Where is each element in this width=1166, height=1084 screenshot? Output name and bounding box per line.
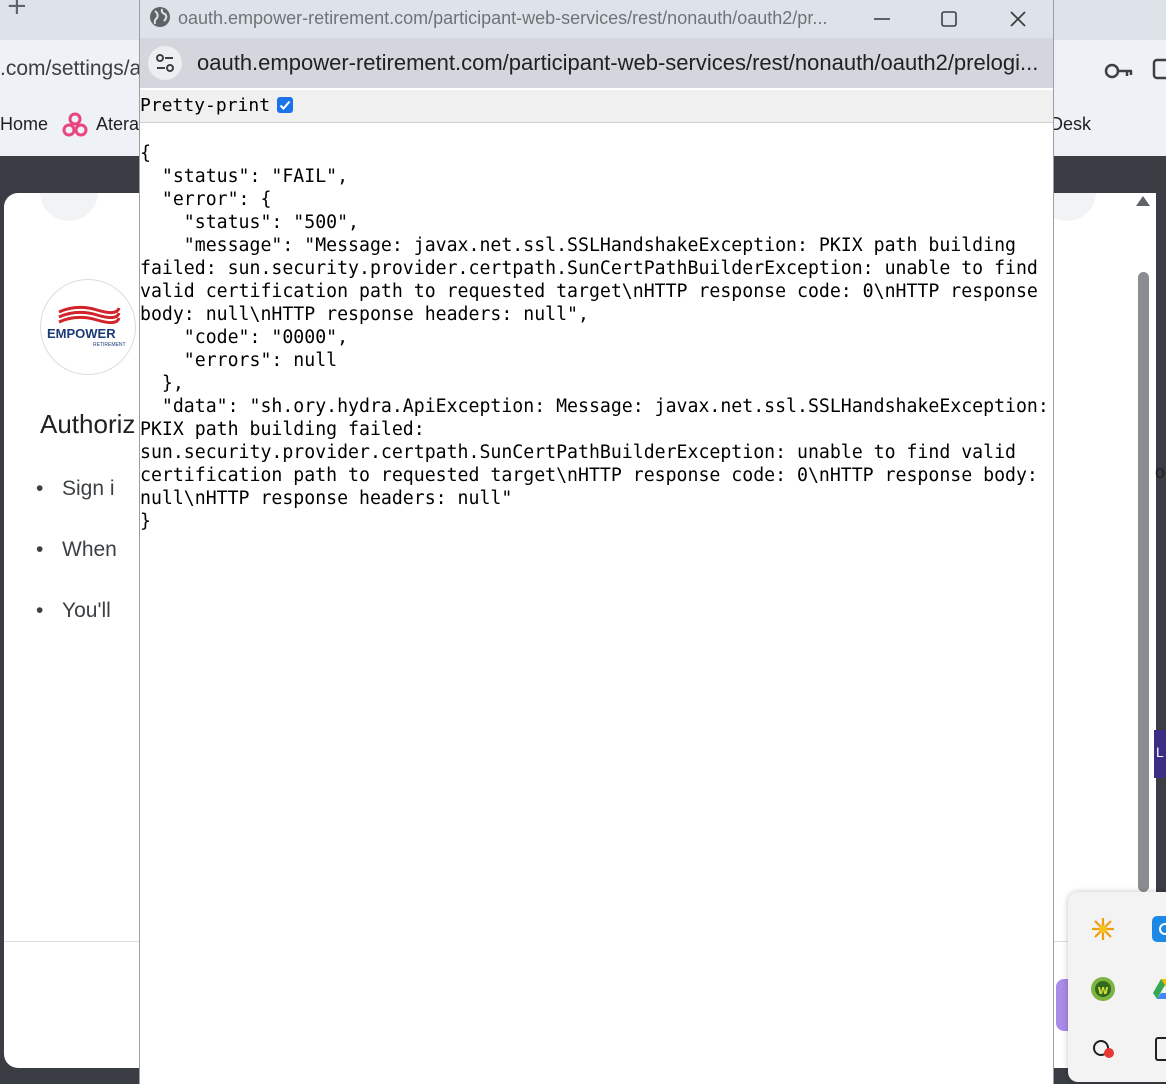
json-line: PKIX path building failed:	[140, 419, 425, 440]
json-line: certification path to requested target\n…	[140, 465, 1038, 486]
pretty-print-bar: Pretty-print	[140, 90, 1053, 123]
site-settings-button[interactable]	[148, 46, 182, 80]
network-app-icon[interactable]	[1152, 916, 1166, 942]
logo-subtext: RETIREMENT	[93, 342, 126, 348]
json-line: "status": "500",	[140, 212, 359, 233]
popup-url-text[interactable]: oauth.empower-retirement.com/participant…	[197, 50, 1038, 76]
minimize-icon[interactable]	[868, 5, 896, 33]
popup-title-bar: oauth.empower-retirement.com/participant…	[140, 0, 1053, 38]
password-key-icon[interactable]	[1104, 60, 1134, 82]
pretty-print-label: Pretty-print	[140, 95, 271, 116]
popup-address-bar: oauth.empower-retirement.com/participant…	[140, 38, 1053, 88]
extension-icon[interactable]	[1152, 58, 1166, 82]
atera-logo-icon	[62, 112, 88, 137]
background-url-text[interactable]: .com/settings/a	[0, 57, 141, 81]
dialog-heading: Authoriz	[40, 409, 136, 439]
json-response-body: { "status": "FAIL", "error": { "status":…	[140, 142, 1050, 533]
scrollbar-thumb[interactable]	[1138, 272, 1149, 892]
svg-text:w: w	[1097, 983, 1108, 997]
json-line: failed: sun.security.provider.certpath.S…	[140, 258, 1038, 279]
bookmark-desk[interactable]: Desk	[1050, 114, 1091, 135]
json-line: "message": "Message: javax.net.ssl.SSLHa…	[140, 235, 1016, 256]
tune-icon	[156, 54, 174, 72]
flag-stripes-icon	[58, 305, 121, 325]
json-line: null\nHTTP response headers: null"	[140, 488, 513, 509]
w-app-icon[interactable]: w	[1090, 976, 1116, 1002]
globe-icon	[150, 7, 170, 27]
new-tab-button[interactable]: +	[6, 0, 28, 21]
sync-status-icon[interactable]	[1090, 1036, 1116, 1062]
json-line: "status": "FAIL",	[140, 166, 349, 187]
json-viewer: Pretty-print { "status": "FAIL", "error"…	[140, 88, 1053, 1084]
bookmark-home[interactable]: Home	[0, 114, 48, 135]
close-window-icon[interactable]	[1004, 5, 1032, 33]
json-line: "code": "0000",	[140, 327, 349, 348]
back-button[interactable]	[40, 193, 98, 221]
json-line: },	[140, 373, 184, 394]
maximize-icon[interactable]	[935, 5, 963, 33]
scroll-up-arrow-icon[interactable]	[1136, 196, 1150, 206]
logo-wordmark: EMPOWER	[47, 326, 116, 341]
empower-logo: EMPOWER RETIREMENT	[40, 279, 136, 375]
oauth-popup-window: oauth.empower-retirement.com/participant…	[139, 0, 1054, 1084]
sun-app-icon[interactable]	[1090, 916, 1116, 942]
system-tray-overflow: w	[1068, 892, 1166, 1082]
json-line: valid certification path to requested ta…	[140, 281, 1038, 302]
bullet-item: Sign i	[36, 477, 114, 501]
bullet-item: You'll	[36, 599, 111, 623]
device-icon[interactable]	[1152, 1036, 1166, 1062]
json-line: "error": {	[140, 189, 272, 210]
edge-text-fragment: o	[1155, 462, 1166, 482]
pretty-print-checkbox[interactable]	[277, 97, 293, 113]
json-line: "data": "sh.ory.hydra.ApiException: Mess…	[140, 396, 1049, 417]
edge-strip-letter: L	[1156, 744, 1164, 760]
google-drive-icon[interactable]	[1152, 976, 1166, 1002]
json-line: sun.security.provider.certpath.SunCertPa…	[140, 442, 1016, 463]
json-line: body: null\nHTTP response headers: null"…	[140, 304, 589, 325]
edge-launch-button[interactable]: L	[1154, 730, 1166, 778]
json-line: "errors": null	[140, 350, 338, 371]
popup-title-text: oauth.empower-retirement.com/participant…	[178, 8, 828, 28]
checkmark-icon	[279, 100, 291, 110]
bullet-item: When	[36, 538, 117, 562]
json-line: }	[140, 511, 151, 532]
json-line: {	[140, 143, 151, 164]
bookmark-atera[interactable]: Atera	[96, 114, 139, 135]
